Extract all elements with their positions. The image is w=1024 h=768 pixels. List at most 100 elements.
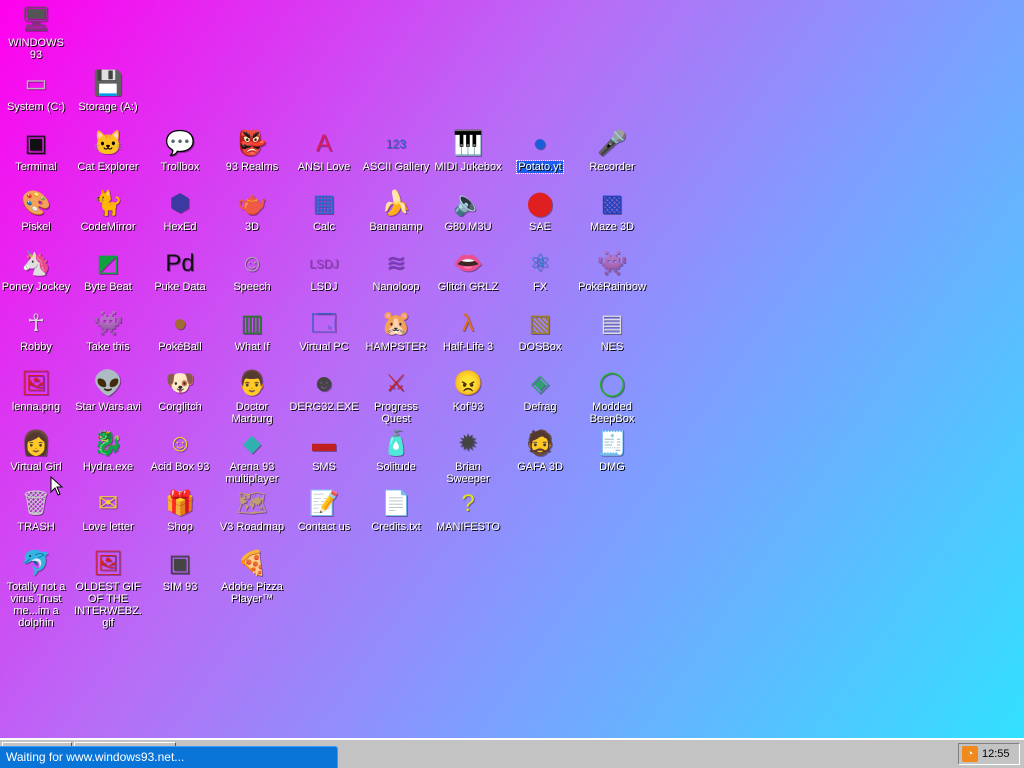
desktop-icon-solitude[interactable]: 🧴 Solitude [360,428,432,473]
virtual-pc-icon: 🗔 [310,310,338,337]
desktop-icon-doctor-marburg[interactable]: 👨 Doctor Marburg [216,368,288,425]
desktop-icon-lsdj[interactable]: LSDJ LSDJ [288,248,360,293]
desktop-icon-label: Speech [233,281,271,293]
desktop-icon-sms[interactable]: ▬ SMS [288,428,360,473]
desktop-icon-puke-data[interactable]: Pd Puke Data [144,248,216,293]
desktop-icon-take-this[interactable]: 👾 Take this [72,308,144,353]
desktop-icon-manifesto[interactable]: ? MANIFESTO [432,488,504,533]
desktop-icon-label: Trollbox [160,161,200,173]
desktop-icon-corglitch[interactable]: 🐶 Corglitch [144,368,216,413]
rss-feed-icon[interactable]: ◔ [962,746,978,762]
desktop-icon-credits-txt[interactable]: 📄 Credits.txt [360,488,432,533]
desktop-icon-maze-3d[interactable]: ▩ Maze 3D [576,188,648,233]
desktop-icon-progress-quest[interactable]: ⚔ Progress Quest [360,368,432,425]
desktop-icon-half-life-3[interactable]: λ Half-Life 3 [432,308,504,353]
desktop-icon-adobe-pizza-player[interactable]: 🍕 Adobe Pizza Player™ [216,548,288,605]
desktop-icon-93-realms[interactable]: 👺 93 Realms [216,128,288,173]
desktop-icon-nes[interactable]: ▤ NES [576,308,648,353]
desktop-icon-label: Brian Sweeper [446,461,490,485]
desktop-icon-what-if[interactable]: ▥ What If [216,308,288,353]
desktop-icon-shop[interactable]: 🎁 Shop [144,488,216,533]
desktop-icon-dosbox[interactable]: ▧ DOSBox [504,308,576,353]
desktop-icon-hexed[interactable]: ⬢ HexEd [144,188,216,233]
desktop-icon-acid-box-93[interactable]: ☺ Acid Box 93 [144,428,216,473]
desktop-icon-label: Potato.yt [516,160,564,174]
desktop-icon-storage-a[interactable]: 💾 Storage (A:) [72,68,144,113]
desktop-icon-label: Robby [20,341,52,353]
system-tray: ◔ 12:55 [958,743,1020,765]
desktop-icon-virtual-pc[interactable]: 🗔 Virtual PC [288,308,360,353]
desktop-icon-potato-yt[interactable]: ● Potato.yt [504,128,576,174]
desktop-icon-kof-93[interactable]: 😠 Kof'93 [432,368,504,413]
desktop-icon-glitch-grlz[interactable]: 👄 Glitch GRLZ [432,248,504,293]
shop-icon: 🎁 [165,490,195,517]
desktop-icon-piskel[interactable]: 🎨 Piskel [0,188,72,233]
desktop-icon-dmg[interactable]: 🧾 DMG [576,428,648,473]
desktop-icon-totally-not-a-virus-trust-me-im-a-dolphin[interactable]: 🐬 Totally not a virus.Trust me...im a dol… [0,548,72,629]
fx-icon: ⚛ [529,250,551,277]
desktop-icon-system-c[interactable]: ▭ System (C:) [0,68,72,113]
desktop-icon-robby[interactable]: ☥ Robby [0,308,72,353]
cat-explorer-icon: 🐱 [93,130,123,157]
desktop-icon-ascii-gallery[interactable]: 123 ASCII Gallery [360,128,432,173]
desktop-icon-label: MANIFESTO [436,521,500,533]
desktop-icon-ansi-love[interactable]: A ANSI Love [288,128,360,173]
totally-not-a-virus-trust-me-im-a-dolphin-icon: 🐬 [21,550,51,577]
doctor-marburg-icon: 👨 [237,370,267,397]
desktop-icon-label: Virtual Girl [10,461,62,473]
desktop-icon-v3-roadmap[interactable]: 🗺 V3 Roadmap [216,488,288,533]
desktop-icon-poney-jockey[interactable]: 🦄 Poney Jockey [0,248,72,293]
desktop-icon-label: PokéRainbow [578,281,646,293]
desktop-icon-calc[interactable]: ▦ Calc [288,188,360,233]
desktop-icon-label: V3 Roadmap [219,521,285,533]
desktop-icon-arena-93-multiplayer[interactable]: ◆ Arena 93 multiplayer [216,428,288,485]
desktop-icon-speech[interactable]: ☺ Speech [216,248,288,293]
desktop-icon-midi-jukebox[interactable]: 🎹 MIDI Jukebox [432,128,504,173]
desktop-icon-defrag[interactable]: ◈ Defrag [504,368,576,413]
credits-txt-icon: 📄 [381,490,411,517]
desktop-icon-label: CodeMirror [80,221,136,233]
desktop-icon-oldest-gif-of-the-interwebz-gif[interactable]: 🖼 OLDEST GIF OF THE INTERWEBZ.gif [72,548,144,629]
desktop-icon-cat-explorer[interactable]: 🐱 Cat Explorer [72,128,144,173]
desktop-icon-virtual-girl[interactable]: 👩 Virtual Girl [0,428,72,473]
desktop-icon-sim-93[interactable]: ▣ SIM 93 [144,548,216,593]
desktop-icon-pok-rainbow[interactable]: 👾 PokéRainbow [576,248,648,293]
desktop-icon-label: TRASH [17,521,55,533]
desktop-icon-lenna-png[interactable]: 🖼 lenna.png [0,368,72,413]
terminal-icon: ▣ [24,130,48,157]
desktop-icon-hampster[interactable]: 🐹 HAMPSTER [360,308,432,353]
desktop-icon-3d[interactable]: 🫖 3D [216,188,288,233]
desktop-icon-label: What If [234,341,270,353]
desktop-icon-label: System (C:) [6,101,66,113]
desktop-icon-label: Byte Beat [84,281,132,293]
desktop-icon-star-wars-avi[interactable]: 👽 Star Wars.avi [72,368,144,413]
desktop-icon-contact-us[interactable]: 📝 Contact us [288,488,360,533]
desktop-icon-codemirror[interactable]: 🐈 CodeMirror [72,188,144,233]
desktop-icon-bananamp[interactable]: 🍌 Bananamp [360,188,432,233]
desktop-icon-byte-beat[interactable]: ◩ Byte Beat [72,248,144,293]
hydra-exe-icon: 🐉 [93,430,123,457]
desktop-icon-nanoloop[interactable]: ≋ Nanoloop [360,248,432,293]
desktop-icon-trollbox[interactable]: 💬 Trollbox [144,128,216,173]
desktop-icon-pok-ball[interactable]: ● PokéBall [144,308,216,353]
desktop-icon-gafa-3d[interactable]: 🧔 GAFA 3D [504,428,576,473]
desktop-icon-terminal[interactable]: ▣ Terminal [0,128,72,173]
nes-icon: ▤ [600,310,624,337]
desktop-icon-love-letter[interactable]: ✉ Love letter [72,488,144,533]
desktop-icon-label: Arena 93 multiplayer [225,461,279,485]
desktop-icon-brian-sweeper[interactable]: ✹ Brian Sweeper [432,428,504,485]
desktop-icon-hydra-exe[interactable]: 🐉 Hydra.exe [72,428,144,473]
desktop-icon-recorder[interactable]: 🎤 Recorder [576,128,648,173]
desktop-icon-g80-m3u[interactable]: 🔈 G80.M3U [432,188,504,233]
desktop-icon-label: DOSBox [518,341,562,353]
lsdj-icon: LSDJ [309,257,339,271]
desktop-icon-derg32-exe[interactable]: ☻ DERG32.EXE [288,368,360,413]
desktop-icon-sae[interactable]: ⬤ SAE [504,188,576,233]
desktop-icon-windows-93[interactable]: 🖥 WINDOWS 93 [0,4,72,61]
desktop-icon-fx[interactable]: ⚛ FX [504,248,576,293]
contact-us-icon: 📝 [309,490,339,517]
desktop-icon-modded-beepbox[interactable]: ◯ Modded BeepBox [576,368,648,425]
trollbox-icon: 💬 [165,130,195,157]
hampster-icon: 🐹 [381,310,411,337]
pok-rainbow-icon: 👾 [597,250,627,277]
